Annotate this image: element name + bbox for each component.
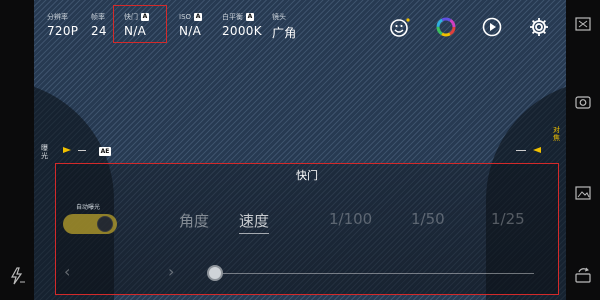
gear-icon[interactable]	[528, 16, 550, 38]
option-angle[interactable]: 角度	[179, 210, 209, 231]
auto-exposure-label: 自动曝光	[76, 204, 101, 211]
auto-exposure-toggle[interactable]	[63, 214, 117, 234]
panel-title: 快门	[296, 169, 318, 182]
exposure-marker-icon	[63, 147, 71, 153]
param-frame-rate[interactable]: 帧率 24	[91, 12, 107, 38]
shutter-value-option[interactable]: 1/100	[329, 210, 372, 228]
focus-marker-icon	[533, 147, 541, 153]
photo-icon[interactable]	[574, 185, 592, 201]
param-value: 24	[91, 24, 107, 38]
next-arrow-button[interactable]: ›	[168, 262, 174, 281]
shutter-settings-panel: 快门 自动曝光 角度 速度 1/100 1/50 1/25 ‹ ›	[55, 163, 559, 295]
previous-arrow-button[interactable]: ‹	[64, 262, 70, 281]
param-value: N/A	[179, 24, 202, 38]
auto-badge: A	[194, 13, 203, 21]
exposure-tick	[78, 150, 86, 151]
param-lens[interactable]: 镜头 广角	[272, 12, 297, 41]
param-resolution[interactable]: 分辨率 720P	[47, 12, 78, 38]
left-control-strip	[0, 0, 34, 300]
shutter-value-option[interactable]: 1/50	[411, 210, 445, 228]
rotate-icon[interactable]	[574, 266, 592, 284]
option-speed[interactable]: 速度	[239, 210, 270, 234]
param-label: 帧率	[91, 13, 105, 21]
param-label: ISO	[179, 13, 192, 21]
exposure-dial-label: 曝光	[41, 144, 48, 160]
toggle-knob	[97, 216, 113, 232]
param-value: 720P	[47, 24, 79, 38]
param-label: 镜头	[272, 13, 286, 21]
param-label: 白平衡	[222, 13, 243, 21]
param-label: 分辨率	[47, 13, 68, 21]
param-white-balance[interactable]: 白平衡 A 2000K	[222, 12, 262, 38]
param-iso[interactable]: ISO A N/A	[179, 12, 203, 38]
play-icon[interactable]	[481, 16, 503, 38]
shutter-highlight-box	[113, 5, 167, 43]
color-wheel-icon[interactable]	[435, 16, 457, 38]
smile-icon[interactable]	[389, 16, 411, 38]
shutter-slider-thumb[interactable]	[207, 265, 223, 281]
auto-badge: A	[246, 13, 254, 21]
focus-tick	[516, 150, 526, 151]
focus-dial-label: 对焦	[553, 126, 560, 142]
param-value: 广角	[272, 26, 297, 40]
shutter-slider-track[interactable]	[214, 273, 534, 274]
right-control-strip	[566, 0, 600, 300]
flash-off-icon[interactable]	[8, 266, 26, 286]
ae-badge: AE	[99, 147, 111, 156]
aspect-icon[interactable]	[574, 16, 592, 32]
param-value: 2000K	[222, 24, 262, 38]
shutter-value-option[interactable]: 1/25	[491, 210, 525, 228]
camera-icon[interactable]	[574, 94, 592, 110]
